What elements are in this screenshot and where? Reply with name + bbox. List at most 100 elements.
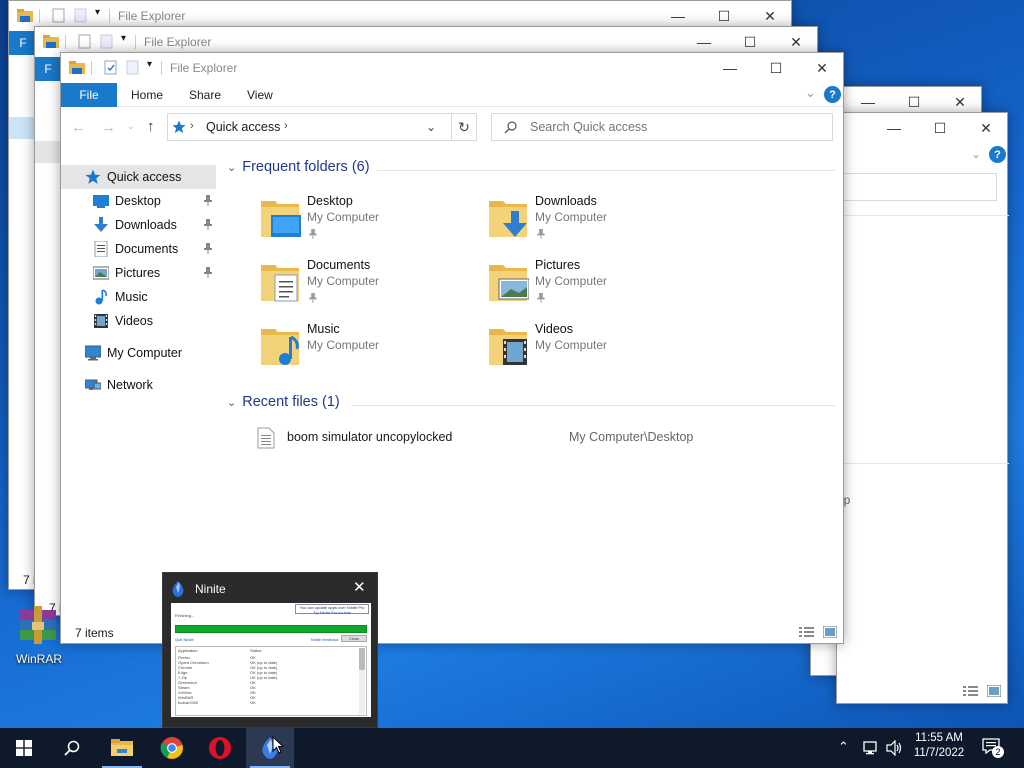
- folder-tile-documents[interactable]: Documents My Computer: [261, 255, 461, 311]
- up-button[interactable]: ↑: [147, 118, 155, 135]
- properties-icon[interactable]: [77, 34, 93, 49]
- search-box[interactable]: [837, 173, 997, 201]
- tab-view[interactable]: View: [247, 88, 273, 102]
- minimize-button[interactable]: —: [707, 53, 753, 83]
- folder-tile-pictures[interactable]: Pictures My Computer: [489, 255, 689, 311]
- pin-icon[interactable]: [204, 267, 212, 278]
- thumb-row-app: foobar2000: [178, 700, 199, 705]
- taskbar-file-explorer[interactable]: [98, 728, 146, 768]
- details-divider: [837, 463, 1009, 464]
- file-tab-label: F: [19, 36, 27, 50]
- volume-icon[interactable]: [886, 740, 904, 756]
- folder-name: Desktop: [307, 194, 353, 208]
- folder-tile-music[interactable]: Music My Computer: [261, 319, 461, 375]
- computer-icon: [85, 345, 101, 361]
- new-folder-icon[interactable]: [99, 34, 115, 49]
- pictures-folder-icon: [489, 265, 529, 301]
- address-separator-icon[interactable]: ›: [284, 120, 288, 132]
- documents-folder-icon: [261, 265, 299, 302]
- recent-locations-button[interactable]: ⌄: [127, 121, 135, 132]
- folder-name: Videos: [535, 322, 573, 336]
- nav-music[interactable]: Music: [61, 285, 216, 309]
- mouse-cursor-icon: [272, 736, 284, 754]
- background-explorer-window-4[interactable]: — ☐ ✕ ⌄ ? op: [836, 112, 1009, 704]
- taskbar-chrome[interactable]: [148, 728, 196, 768]
- address-dropdown-icon[interactable]: ⌄: [426, 120, 436, 134]
- close-button[interactable]: ✕: [799, 53, 845, 83]
- start-button[interactable]: [0, 728, 48, 768]
- folder-icon: [43, 35, 59, 48]
- folder-location: My Computer: [535, 210, 608, 224]
- properties-icon[interactable]: [51, 8, 67, 23]
- nav-quick-access[interactable]: Quick access: [61, 165, 216, 189]
- desktop-icon-label: WinRAR: [16, 652, 63, 666]
- help-icon[interactable]: ?: [824, 86, 841, 103]
- ninite-thumbnail-preview[interactable]: Ninite ✕ You can update apps over Ninite…: [162, 572, 378, 728]
- action-center-button[interactable]: 2: [982, 738, 1006, 758]
- maximize-button[interactable]: ☐: [917, 113, 963, 143]
- large-icons-view-icon[interactable]: [987, 685, 1001, 697]
- file-tab[interactable]: F: [35, 57, 61, 81]
- details-view-icon[interactable]: [799, 626, 815, 638]
- tab-file[interactable]: File: [61, 83, 117, 107]
- clock[interactable]: 11:55 AM 11/7/2022: [904, 732, 974, 759]
- new-folder-icon[interactable]: [73, 8, 89, 23]
- properties-icon[interactable]: [103, 60, 119, 75]
- tab-share[interactable]: Share: [189, 88, 221, 102]
- downloads-folder-icon: [489, 201, 527, 237]
- recent-files-header[interactable]: ⌄ Recent files (1): [227, 394, 340, 410]
- quick-access-star-icon: [85, 169, 101, 184]
- ninite-close-button[interactable]: ✕: [353, 578, 366, 596]
- folder-location: My Computer: [307, 338, 380, 352]
- details-view-icon[interactable]: [963, 685, 979, 697]
- nav-downloads[interactable]: Downloads: [61, 213, 216, 237]
- nav-my-computer[interactable]: My Computer: [61, 341, 216, 365]
- taskbar-ninite[interactable]: [246, 728, 294, 768]
- network-icon[interactable]: [862, 740, 880, 756]
- documents-icon: [94, 241, 108, 257]
- nav-documents[interactable]: Documents: [61, 237, 216, 261]
- maximize-button[interactable]: ☐: [753, 53, 799, 83]
- file-tab[interactable]: F: [9, 31, 37, 55]
- close-button[interactable]: ✕: [963, 113, 1009, 143]
- address-separator-icon[interactable]: ›: [190, 120, 194, 132]
- tab-home[interactable]: Home: [131, 88, 163, 102]
- pin-icon[interactable]: [204, 219, 212, 230]
- search-box[interactable]: [491, 113, 833, 141]
- nav-network[interactable]: Network: [61, 373, 216, 397]
- recent-file-row[interactable]: boom simulator uncopylocked My Computer\…: [257, 425, 837, 449]
- thumb-status: Finishing...: [175, 613, 195, 618]
- file-explorer-window[interactable]: ▾ File Explorer — ☐ ✕ File Home Share Vi…: [60, 52, 844, 644]
- help-icon[interactable]: ?: [989, 146, 1006, 163]
- recent-file-path: My Computer\Desktop: [569, 430, 694, 444]
- search-input[interactable]: [530, 118, 810, 136]
- frequent-folders-header[interactable]: ⌄ Frequent folders (6): [227, 159, 370, 175]
- back-button[interactable]: ←: [71, 119, 86, 136]
- show-hidden-icons-button[interactable]: ⌃: [838, 739, 849, 755]
- quick-access-star-icon: [172, 120, 186, 133]
- expand-ribbon-icon[interactable]: ⌄: [805, 85, 816, 101]
- pin-icon[interactable]: [204, 243, 212, 254]
- folder-tile-downloads[interactable]: Downloads My Computer: [489, 191, 689, 247]
- folder-tile-videos[interactable]: Videos My Computer: [489, 319, 689, 375]
- section-divider: [377, 170, 835, 171]
- music-folder-icon: [261, 329, 299, 365]
- expand-ribbon-icon[interactable]: ⌄: [971, 147, 981, 161]
- forward-button[interactable]: →: [101, 119, 116, 136]
- nav-desktop[interactable]: Desktop: [61, 189, 216, 213]
- nav-pictures[interactable]: Pictures: [61, 261, 216, 285]
- minimize-button[interactable]: —: [871, 113, 917, 143]
- nav-label: Documents: [115, 242, 179, 256]
- search-button[interactable]: [48, 728, 96, 768]
- address-location[interactable]: Quick access: [206, 120, 280, 134]
- taskbar-opera[interactable]: [196, 728, 244, 768]
- folder-tile-desktop[interactable]: Desktop My Computer: [261, 191, 461, 247]
- large-icons-view-icon[interactable]: [823, 626, 837, 638]
- thumb-banner: You can update apps over Ninite Pro Try …: [295, 604, 369, 615]
- new-folder-icon[interactable]: [125, 60, 141, 75]
- refresh-button[interactable]: ↻: [451, 113, 477, 141]
- nav-videos[interactable]: Videos: [61, 309, 216, 333]
- folder-icon: [69, 61, 85, 74]
- address-bar[interactable]: › Quick access › ⌄: [167, 113, 477, 141]
- pin-icon[interactable]: [204, 195, 212, 206]
